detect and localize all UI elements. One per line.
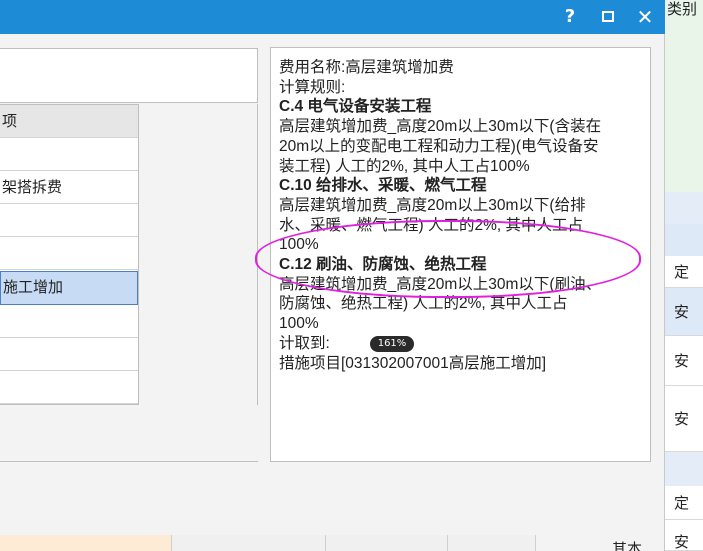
info-line: 措施项目[031302007001高层施工增加] bbox=[279, 354, 547, 372]
annotation-circle bbox=[255, 220, 641, 298]
help-button[interactable]: ? bbox=[558, 0, 582, 34]
maximize-icon bbox=[602, 10, 614, 22]
divider bbox=[0, 461, 258, 462]
info-heading: C.10 给排水、采暖、燃气工程 bbox=[279, 177, 487, 195]
strip-cell[interactable]: 定 bbox=[665, 486, 703, 520]
table-row[interactable] bbox=[0, 237, 138, 270]
table-row[interactable] bbox=[0, 138, 138, 171]
table-row[interactable] bbox=[0, 371, 138, 404]
footer-tab[interactable] bbox=[172, 535, 326, 551]
category-column-label: 类别 bbox=[667, 0, 698, 18]
grid-header: 项 bbox=[0, 105, 138, 138]
strip-band bbox=[665, 452, 703, 486]
strip-cell[interactable]: 定 bbox=[665, 256, 703, 288]
info-line: 计算规则: bbox=[279, 78, 346, 96]
table-row[interactable] bbox=[0, 305, 138, 338]
fee-item-grid: 项 架搭拆费 施工增加 bbox=[0, 104, 139, 405]
info-line: 计取到: bbox=[279, 334, 330, 352]
info-line: 装工程) 人工的2%, 其中人工占100% bbox=[279, 157, 530, 175]
table-row[interactable] bbox=[0, 204, 138, 237]
table-row-selected[interactable]: 施工增加 bbox=[0, 271, 138, 305]
footer-label: 其本 bbox=[612, 540, 643, 551]
strip-cell[interactable]: 安 bbox=[665, 386, 703, 452]
footer-tab[interactable] bbox=[448, 535, 536, 551]
info-heading: C.4 电气设备安装工程 bbox=[279, 98, 432, 116]
info-line: 高层建筑增加费_高度20m以上30m以下(含装在 bbox=[279, 118, 602, 136]
strip-band bbox=[665, 192, 703, 224]
close-button[interactable]: ✕ bbox=[632, 0, 658, 34]
strip-band bbox=[665, 224, 703, 256]
strip-header: 类别 bbox=[665, 0, 703, 192]
table-row[interactable] bbox=[0, 338, 138, 371]
strip-cell[interactable]: 安 bbox=[665, 288, 703, 336]
search-box-area[interactable] bbox=[0, 48, 258, 103]
info-line: 高层建筑增加费_高度20m以上30m以下(给排 bbox=[279, 196, 586, 214]
table-row[interactable]: 架搭拆费 bbox=[0, 171, 138, 204]
strip-cell[interactable]: 安 bbox=[665, 336, 703, 386]
info-line: 费用名称:高层建筑增加费 bbox=[279, 59, 454, 76]
strip-cell[interactable]: 安 bbox=[665, 520, 703, 551]
dialog-titlebar: ? ✕ bbox=[0, 0, 665, 34]
zoom-badge: 161% bbox=[370, 336, 414, 352]
info-line: 20m以上的变配电工程和动力工程)(电气设备安 bbox=[279, 137, 599, 155]
background-table-strip: 类别 定 安 安 安 定 安 bbox=[665, 0, 703, 551]
grid-blank-area bbox=[139, 104, 258, 405]
info-line: 100% bbox=[279, 315, 319, 333]
footer-tab[interactable] bbox=[326, 535, 448, 551]
footer-tab[interactable] bbox=[0, 535, 172, 551]
maximize-button[interactable] bbox=[596, 0, 620, 34]
